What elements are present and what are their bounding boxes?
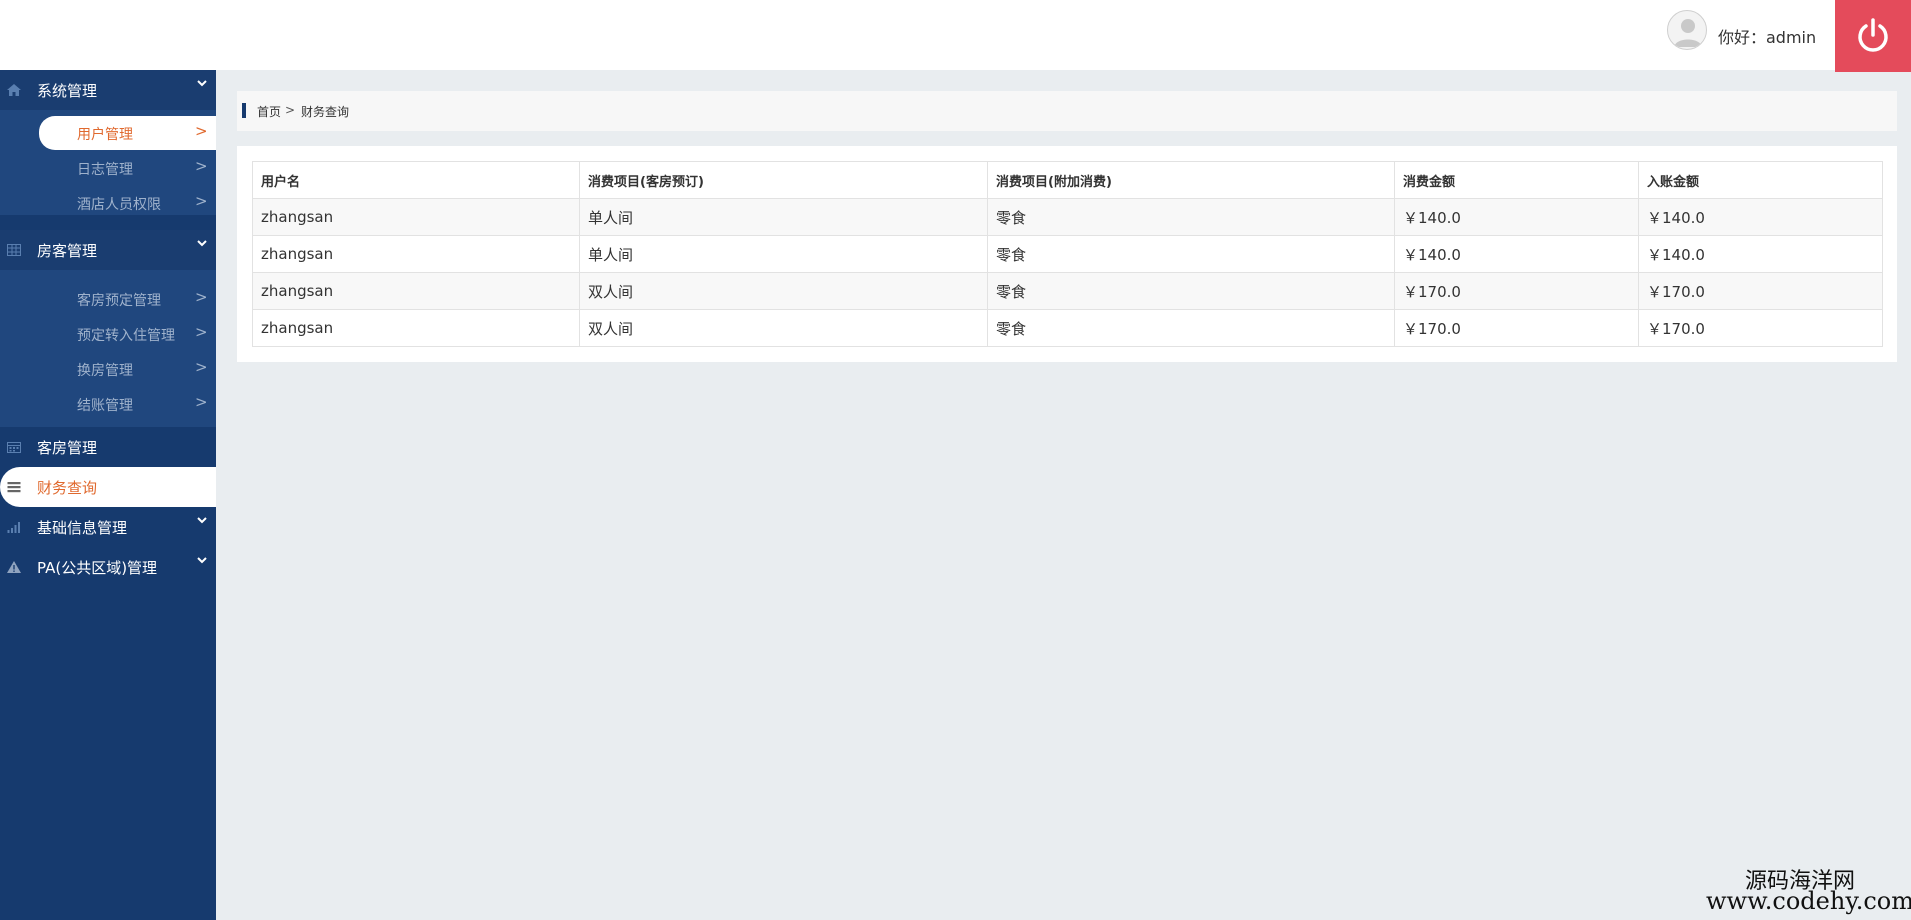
chevron-right-icon: > bbox=[195, 192, 208, 210]
submenu-guest: 客房预定管理 > 预定转入住管理 > 换房管理 > 结账管理 > bbox=[0, 270, 216, 427]
table-cell: 单人间 bbox=[579, 235, 988, 273]
content-panel: 用户名 消费项目(客房预订) 消费项目(附加消费) 消费金额 入账金额 zhan… bbox=[237, 146, 1897, 362]
calendar-icon bbox=[7, 442, 21, 453]
watermark-url: www.codehy.com bbox=[1706, 887, 1911, 915]
table-cell: ￥170.0 bbox=[1394, 309, 1639, 347]
sidebar-item-label: 日志管理 bbox=[77, 162, 133, 178]
user-avatar-icon[interactable] bbox=[1667, 10, 1707, 50]
chevron-right-icon: > bbox=[195, 393, 208, 411]
column-header-consumption-amount: 消费金额 bbox=[1394, 161, 1639, 199]
table-cell: 零食 bbox=[987, 272, 1395, 310]
sidebar-group-rooms[interactable]: 客房管理 bbox=[0, 427, 216, 467]
table-cell: 单人间 bbox=[579, 198, 988, 236]
home-icon bbox=[7, 84, 21, 96]
sidebar-item-label: 结账管理 bbox=[77, 398, 133, 414]
table-cell: zhangsan bbox=[252, 235, 580, 273]
chevron-right-icon: > bbox=[195, 323, 208, 341]
greeting-text: 你好：admin bbox=[1718, 28, 1817, 47]
chevron-right-icon: > bbox=[195, 288, 208, 306]
submenu-system: 用户管理 > 日志管理 > 酒店人员权限 > bbox=[0, 110, 216, 215]
table-cell: ￥140.0 bbox=[1638, 198, 1883, 236]
sidebar-item-booking-checkin[interactable]: 预定转入住管理 > bbox=[39, 317, 216, 351]
sidebar-item-label: 酒店人员权限 bbox=[77, 197, 161, 213]
top-header: 你好：admin bbox=[0, 0, 1911, 72]
table-header-row: 用户名 消费项目(客房预订) 消费项目(附加消费) 消费金额 入账金额 bbox=[252, 161, 1883, 199]
column-header-room-booking: 消费项目(客房预订) bbox=[579, 161, 988, 199]
grid-icon bbox=[7, 244, 21, 256]
table-cell: ￥170.0 bbox=[1638, 309, 1883, 347]
sidebar-group-system[interactable]: 系统管理 bbox=[0, 70, 216, 110]
sidebar-group-label: 房客管理 bbox=[37, 242, 98, 260]
sidebar-group-label: 财务查询 bbox=[37, 479, 98, 497]
sidebar-group-label: 系统管理 bbox=[37, 82, 98, 100]
table-cell: zhangsan bbox=[252, 272, 580, 310]
table-row: zhangsan 单人间 零食 ￥140.0 ￥140.0 bbox=[252, 198, 1883, 236]
table-cell: ￥170.0 bbox=[1394, 272, 1639, 310]
sidebar-item-log-management[interactable]: 日志管理 > bbox=[39, 151, 216, 185]
sidebar-item-finance-query[interactable]: 财务查询 bbox=[0, 467, 216, 507]
table-cell: 零食 bbox=[987, 198, 1395, 236]
table-cell: 双人间 bbox=[579, 272, 988, 310]
power-icon bbox=[1858, 18, 1888, 52]
breadcrumb-home-link[interactable]: 首页 bbox=[257, 103, 281, 120]
column-header-username: 用户名 bbox=[252, 161, 580, 199]
sidebar-item-label: 预定转入住管理 bbox=[77, 328, 175, 344]
sidebar: 系统管理 用户管理 > 日志管理 > 酒店人员权限 > 房客管理 客房预定管理 … bbox=[0, 70, 216, 920]
chevron-right-icon: > bbox=[195, 157, 208, 175]
sidebar-item-room-booking[interactable]: 客房预定管理 > bbox=[39, 282, 216, 316]
sidebar-item-label: 用户管理 bbox=[77, 127, 133, 143]
breadcrumb-marker bbox=[242, 103, 246, 118]
table-cell: ￥140.0 bbox=[1638, 235, 1883, 273]
logout-button[interactable] bbox=[1835, 0, 1911, 72]
chevron-right-icon: > bbox=[195, 122, 208, 140]
warning-icon bbox=[7, 561, 21, 573]
sidebar-item-staff-permissions[interactable]: 酒店人员权限 > bbox=[39, 186, 216, 220]
chevron-down-icon bbox=[197, 517, 207, 524]
column-header-posted-amount: 入账金额 bbox=[1638, 161, 1883, 199]
table-cell: zhangsan bbox=[252, 198, 580, 236]
table-row: zhangsan 单人间 零食 ￥140.0 ￥140.0 bbox=[252, 235, 1883, 273]
list-icon bbox=[7, 482, 21, 493]
chevron-right-icon: > bbox=[195, 358, 208, 376]
table-cell: ￥170.0 bbox=[1638, 272, 1883, 310]
table-cell: 零食 bbox=[987, 235, 1395, 273]
sidebar-item-label: 换房管理 bbox=[77, 363, 133, 379]
sidebar-item-checkout[interactable]: 结账管理 > bbox=[39, 387, 216, 421]
sidebar-item-user-management[interactable]: 用户管理 > bbox=[39, 116, 216, 150]
signal-icon bbox=[7, 522, 20, 533]
table-cell: ￥140.0 bbox=[1394, 235, 1639, 273]
breadcrumb-separator: > bbox=[285, 103, 296, 117]
sidebar-group-label: 基础信息管理 bbox=[37, 519, 128, 537]
breadcrumb: 首页 > 财务查询 bbox=[237, 91, 1897, 131]
chevron-down-icon bbox=[197, 557, 207, 564]
sidebar-group-basic-info[interactable]: 基础信息管理 bbox=[0, 507, 216, 547]
column-header-extra-consumption: 消费项目(附加消费) bbox=[987, 161, 1395, 199]
breadcrumb-current: 财务查询 bbox=[301, 105, 350, 119]
table-cell: zhangsan bbox=[252, 309, 580, 347]
sidebar-item-label: 客房预定管理 bbox=[77, 293, 161, 309]
sidebar-group-public-area[interactable]: PA(公共区域)管理 bbox=[0, 547, 216, 587]
sidebar-group-guest[interactable]: 房客管理 bbox=[0, 230, 216, 270]
table-row: zhangsan 双人间 零食 ￥170.0 ￥170.0 bbox=[252, 272, 1883, 310]
sidebar-group-label: 客房管理 bbox=[37, 439, 98, 457]
table-cell: 零食 bbox=[987, 309, 1395, 347]
finance-table: 用户名 消费项目(客房预订) 消费项目(附加消费) 消费金额 入账金额 zhan… bbox=[252, 161, 1883, 347]
sidebar-item-room-change[interactable]: 换房管理 > bbox=[39, 352, 216, 386]
table-cell: 双人间 bbox=[579, 309, 988, 347]
sidebar-group-label: PA(公共区域)管理 bbox=[37, 559, 158, 577]
table-row: zhangsan 双人间 零食 ￥170.0 ￥170.0 bbox=[252, 309, 1883, 347]
table-cell: ￥140.0 bbox=[1394, 198, 1639, 236]
chevron-down-icon bbox=[197, 240, 207, 247]
chevron-down-icon bbox=[197, 80, 207, 87]
